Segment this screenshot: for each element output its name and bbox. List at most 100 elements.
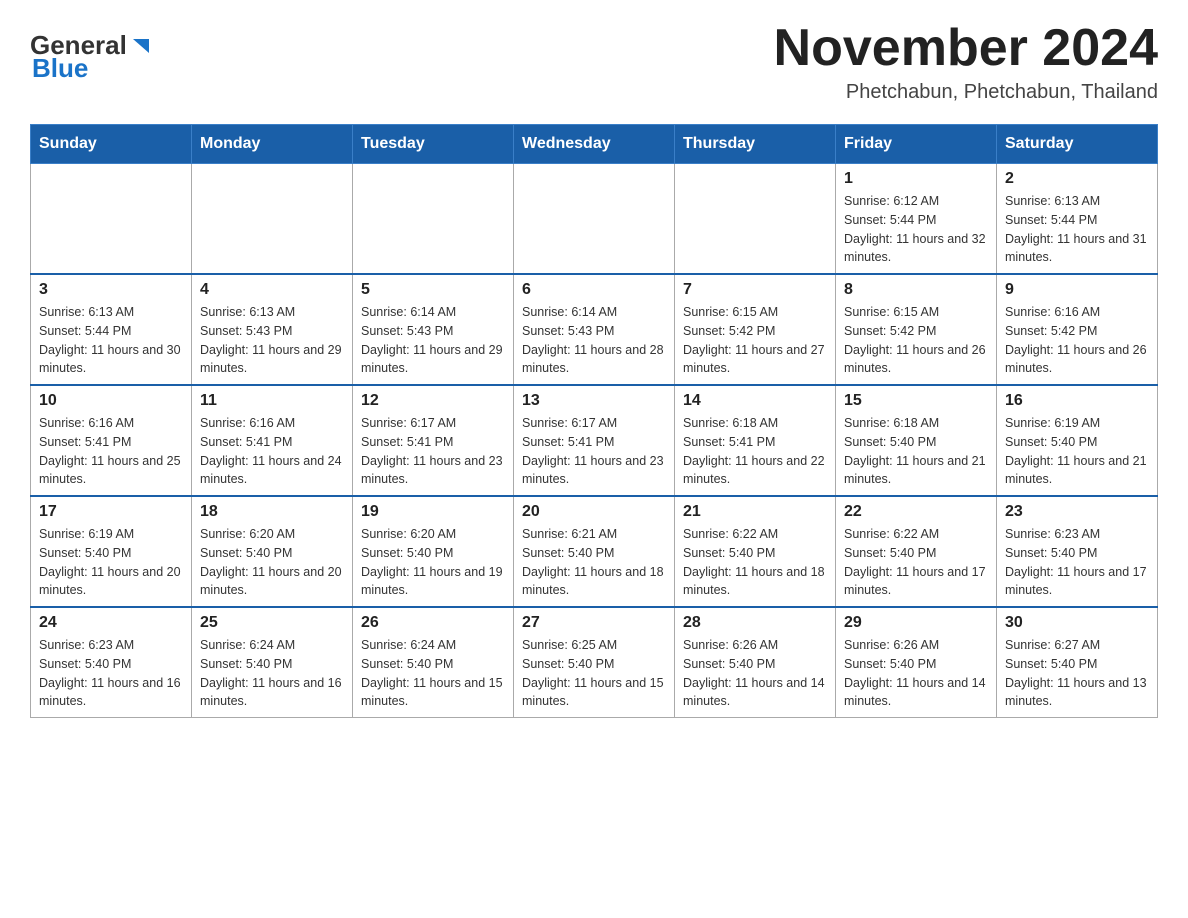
- day-info: Sunrise: 6:17 AM Sunset: 5:41 PM Dayligh…: [522, 414, 666, 489]
- calendar-day-cell: 17 Sunrise: 6:19 AM Sunset: 5:40 PM Dayli…: [31, 496, 192, 607]
- col-saturday: Saturday: [997, 125, 1158, 164]
- calendar-day-cell: 25Sunrise: 6:24 AM Sunset: 5:40 PM Dayli…: [192, 607, 353, 718]
- day-number: 3: [39, 281, 183, 299]
- calendar-day-cell: 15 Sunrise: 6:18 AM Sunset: 5:40 PM Dayli…: [836, 385, 997, 496]
- calendar-day-cell: 30 Sunrise: 6:27 AM Sunset: 5:40 PM Dayli…: [997, 607, 1158, 718]
- calendar-week-row: 17 Sunrise: 6:19 AM Sunset: 5:40 PM Dayli…: [31, 496, 1158, 607]
- calendar-day-cell: 28Sunrise: 6:26 AM Sunset: 5:40 PM Dayli…: [675, 607, 836, 718]
- col-wednesday: Wednesday: [514, 125, 675, 164]
- day-number: 20: [522, 503, 666, 521]
- day-number: 15: [844, 392, 988, 410]
- day-number: 29: [844, 614, 988, 632]
- day-number: 6: [522, 281, 666, 299]
- day-info: Sunrise: 6:23 AM Sunset: 5:40 PM Dayligh…: [1005, 525, 1149, 600]
- day-number: 14: [683, 392, 827, 410]
- day-info: Sunrise: 6:26 AM Sunset: 5:40 PM Dayligh…: [683, 636, 827, 711]
- calendar-day-cell: 14Sunrise: 6:18 AM Sunset: 5:41 PM Dayli…: [675, 385, 836, 496]
- calendar-day-cell: 19 Sunrise: 6:20 AM Sunset: 5:40 PM Dayli…: [353, 496, 514, 607]
- calendar-day-cell: [353, 164, 514, 275]
- day-info: Sunrise: 6:16 AM Sunset: 5:41 PM Dayligh…: [200, 414, 344, 489]
- day-number: 13: [522, 392, 666, 410]
- page-title: November 2024: [774, 20, 1158, 77]
- calendar-day-cell: [675, 164, 836, 275]
- calendar-day-cell: 11 Sunrise: 6:16 AM Sunset: 5:41 PM Dayli…: [192, 385, 353, 496]
- day-info: Sunrise: 6:24 AM Sunset: 5:40 PM Dayligh…: [361, 636, 505, 711]
- day-info: Sunrise: 6:13 AM Sunset: 5:43 PM Dayligh…: [200, 303, 344, 378]
- calendar-week-row: 3Sunrise: 6:13 AM Sunset: 5:44 PM Daylig…: [31, 274, 1158, 385]
- col-sunday: Sunday: [31, 125, 192, 164]
- calendar-day-cell: 12 Sunrise: 6:17 AM Sunset: 5:41 PM Dayli…: [353, 385, 514, 496]
- logo-blue-text: Blue: [32, 53, 88, 84]
- logo: General Blue: [30, 30, 151, 84]
- day-number: 22: [844, 503, 988, 521]
- day-info: Sunrise: 6:12 AM Sunset: 5:44 PM Dayligh…: [844, 192, 988, 267]
- day-number: 24: [39, 614, 183, 632]
- day-info: Sunrise: 6:26 AM Sunset: 5:40 PM Dayligh…: [844, 636, 988, 711]
- day-number: 23: [1005, 503, 1149, 521]
- col-thursday: Thursday: [675, 125, 836, 164]
- day-info: Sunrise: 6:22 AM Sunset: 5:40 PM Dayligh…: [683, 525, 827, 600]
- calendar-day-cell: 2 Sunrise: 6:13 AM Sunset: 5:44 PM Daylig…: [997, 164, 1158, 275]
- calendar-week-row: 24 Sunrise: 6:23 AM Sunset: 5:40 PM Dayli…: [31, 607, 1158, 718]
- day-info: Sunrise: 6:27 AM Sunset: 5:40 PM Dayligh…: [1005, 636, 1149, 711]
- calendar-day-cell: [31, 164, 192, 275]
- day-number: 5: [361, 281, 505, 299]
- calendar-day-cell: 23 Sunrise: 6:23 AM Sunset: 5:40 PM Dayli…: [997, 496, 1158, 607]
- day-number: 19: [361, 503, 505, 521]
- calendar-day-cell: [514, 164, 675, 275]
- day-number: 27: [522, 614, 666, 632]
- day-number: 16: [1005, 392, 1149, 410]
- calendar-day-cell: 4 Sunrise: 6:13 AM Sunset: 5:43 PM Daylig…: [192, 274, 353, 385]
- day-number: 12: [361, 392, 505, 410]
- day-number: 17: [39, 503, 183, 521]
- day-number: 8: [844, 281, 988, 299]
- calendar-day-cell: 20Sunrise: 6:21 AM Sunset: 5:40 PM Dayli…: [514, 496, 675, 607]
- day-info: Sunrise: 6:19 AM Sunset: 5:40 PM Dayligh…: [39, 525, 183, 600]
- col-friday: Friday: [836, 125, 997, 164]
- calendar-day-cell: 13 Sunrise: 6:17 AM Sunset: 5:41 PM Dayli…: [514, 385, 675, 496]
- day-info: Sunrise: 6:18 AM Sunset: 5:40 PM Dayligh…: [844, 414, 988, 489]
- calendar-day-cell: 10Sunrise: 6:16 AM Sunset: 5:41 PM Dayli…: [31, 385, 192, 496]
- calendar-day-cell: 18Sunrise: 6:20 AM Sunset: 5:40 PM Dayli…: [192, 496, 353, 607]
- day-info: Sunrise: 6:13 AM Sunset: 5:44 PM Dayligh…: [1005, 192, 1149, 267]
- day-info: Sunrise: 6:25 AM Sunset: 5:40 PM Dayligh…: [522, 636, 666, 711]
- calendar-week-row: 1 Sunrise: 6:12 AM Sunset: 5:44 PM Daylig…: [31, 164, 1158, 275]
- calendar-day-cell: 21 Sunrise: 6:22 AM Sunset: 5:40 PM Dayli…: [675, 496, 836, 607]
- calendar-day-cell: 5Sunrise: 6:14 AM Sunset: 5:43 PM Daylig…: [353, 274, 514, 385]
- calendar-day-cell: 29 Sunrise: 6:26 AM Sunset: 5:40 PM Dayli…: [836, 607, 997, 718]
- day-info: Sunrise: 6:23 AM Sunset: 5:40 PM Dayligh…: [39, 636, 183, 711]
- calendar-day-cell: 9 Sunrise: 6:16 AM Sunset: 5:42 PM Daylig…: [997, 274, 1158, 385]
- calendar-day-cell: 1 Sunrise: 6:12 AM Sunset: 5:44 PM Daylig…: [836, 164, 997, 275]
- calendar-day-cell: 16Sunrise: 6:19 AM Sunset: 5:40 PM Dayli…: [997, 385, 1158, 496]
- day-number: 4: [200, 281, 344, 299]
- day-number: 26: [361, 614, 505, 632]
- calendar-day-cell: 7 Sunrise: 6:15 AM Sunset: 5:42 PM Daylig…: [675, 274, 836, 385]
- day-info: Sunrise: 6:15 AM Sunset: 5:42 PM Dayligh…: [683, 303, 827, 378]
- day-info: Sunrise: 6:15 AM Sunset: 5:42 PM Dayligh…: [844, 303, 988, 378]
- col-tuesday: Tuesday: [353, 125, 514, 164]
- day-info: Sunrise: 6:17 AM Sunset: 5:41 PM Dayligh…: [361, 414, 505, 489]
- calendar-day-cell: 6Sunrise: 6:14 AM Sunset: 5:43 PM Daylig…: [514, 274, 675, 385]
- page-header: General Blue November 2024 Phetchabun, P…: [30, 20, 1158, 104]
- calendar-day-cell: 26 Sunrise: 6:24 AM Sunset: 5:40 PM Dayli…: [353, 607, 514, 718]
- calendar-day-cell: 27 Sunrise: 6:25 AM Sunset: 5:40 PM Dayli…: [514, 607, 675, 718]
- day-info: Sunrise: 6:20 AM Sunset: 5:40 PM Dayligh…: [361, 525, 505, 600]
- calendar-day-cell: [192, 164, 353, 275]
- calendar-table: Sunday Monday Tuesday Wednesday Thursday…: [30, 124, 1158, 718]
- day-number: 21: [683, 503, 827, 521]
- col-monday: Monday: [192, 125, 353, 164]
- calendar-header-row: Sunday Monday Tuesday Wednesday Thursday…: [31, 125, 1158, 164]
- day-number: 7: [683, 281, 827, 299]
- logo-triangle-icon: [129, 35, 151, 57]
- day-number: 1: [844, 170, 988, 188]
- day-info: Sunrise: 6:16 AM Sunset: 5:41 PM Dayligh…: [39, 414, 183, 489]
- day-number: 30: [1005, 614, 1149, 632]
- calendar-day-cell: 8 Sunrise: 6:15 AM Sunset: 5:42 PM Daylig…: [836, 274, 997, 385]
- day-info: Sunrise: 6:22 AM Sunset: 5:40 PM Dayligh…: [844, 525, 988, 600]
- day-number: 11: [200, 392, 344, 410]
- day-number: 9: [1005, 281, 1149, 299]
- day-number: 2: [1005, 170, 1149, 188]
- title-block: November 2024 Phetchabun, Phetchabun, Th…: [774, 20, 1158, 104]
- day-info: Sunrise: 6:16 AM Sunset: 5:42 PM Dayligh…: [1005, 303, 1149, 378]
- day-number: 18: [200, 503, 344, 521]
